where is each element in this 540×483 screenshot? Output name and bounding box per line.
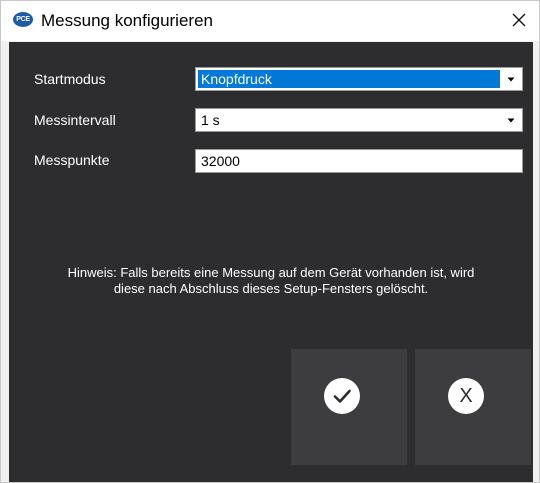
hint-line-1: Hinweis: Falls bereits eine Messung auf … <box>67 265 475 280</box>
cancel-circle: X <box>448 378 484 414</box>
hint-line-2: diese nach Abschluss dieses Setup-Fenste… <box>113 281 429 296</box>
close-button[interactable] <box>505 6 533 34</box>
confirm-circle <box>324 378 360 414</box>
pce-logo-icon: PCE <box>13 12 33 27</box>
startmodus-label: Startmodus <box>34 71 106 87</box>
confirm-button[interactable] <box>291 349 407 465</box>
checkmark-icon <box>333 389 351 403</box>
chevron-down-icon[interactable] <box>501 69 521 89</box>
window-title: Messung konfigurieren <box>41 11 213 30</box>
cancel-button[interactable]: X <box>415 349 531 465</box>
title-bar[interactable]: PCE Messung konfigurieren <box>1 1 539 41</box>
messpunkte-label: Messpunkte <box>34 152 110 168</box>
messintervall-dropdown[interactable]: 1 s <box>195 108 523 132</box>
startmodus-value: Knopfdruck <box>201 71 272 87</box>
messintervall-value: 1 s <box>201 112 220 128</box>
close-icon <box>512 13 526 27</box>
messintervall-label: Messintervall <box>34 112 116 128</box>
startmodus-dropdown[interactable]: Knopfdruck <box>195 67 523 91</box>
startmodus-selection: Knopfdruck <box>198 70 500 88</box>
hint-text: Hinweis: Falls bereits eine Messung auf … <box>21 265 521 297</box>
messpunkte-value: 32000 <box>201 153 240 169</box>
cancel-label: X <box>459 385 473 407</box>
chevron-down-icon[interactable] <box>501 110 521 130</box>
dialog-content: Startmodus Knopfdruck Messintervall 1 s … <box>9 42 533 482</box>
dialog-window: PCE Messung konfigurieren Startmodus Kno… <box>0 0 540 483</box>
messpunkte-input[interactable]: 32000 <box>195 149 523 173</box>
